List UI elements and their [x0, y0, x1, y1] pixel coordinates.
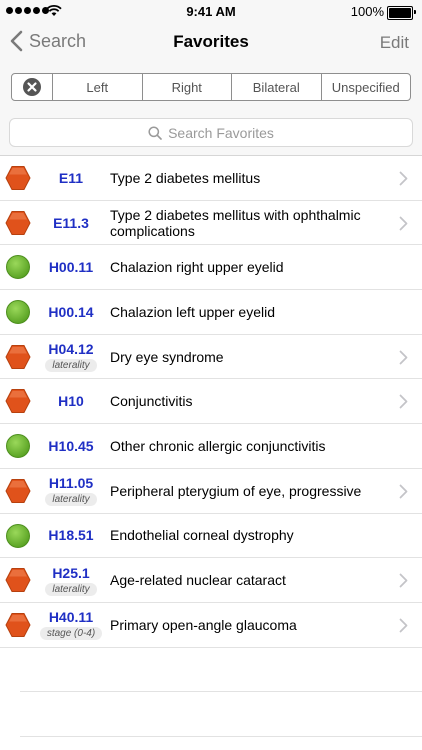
green-circle-icon	[5, 523, 31, 549]
code-cell: H00.11	[36, 245, 106, 289]
chevron-right-icon	[399, 618, 408, 638]
clear-icon	[23, 78, 41, 96]
page-title: Favorites	[173, 32, 249, 51]
favorite-row[interactable]: H10 Conjunctivitis	[0, 379, 422, 425]
orange-hexagon-icon	[5, 567, 31, 593]
filter-bar: Left Right Bilateral Unspecified	[0, 64, 422, 112]
diagnosis-description: Chalazion right upper eyelid	[110, 259, 284, 276]
favorite-row[interactable]: H11.05 laterality Peripheral pterygium of …	[0, 469, 422, 514]
diagnosis-description: Conjunctivitis	[110, 393, 193, 410]
search-icon	[148, 125, 162, 140]
diagnosis-code: H40.11	[48, 609, 94, 626]
diagnosis-code: H25.1	[52, 564, 90, 581]
diagnosis-code: H10.45	[48, 437, 94, 454]
diagnosis-description: Type 2 diabetes mellitus	[110, 169, 261, 186]
green-circle-icon	[5, 299, 31, 325]
favorites-list: E11 Type 2 diabetes mellitus E11.3 Type 2 d…	[0, 156, 422, 737]
favorite-row[interactable]: E11.3 Type 2 diabetes mellitus with ophth…	[0, 201, 422, 246]
orange-hexagon-icon	[5, 478, 31, 504]
search-placeholder: Search Favorites	[168, 124, 274, 141]
code-cell: H04.12 laterality	[36, 335, 106, 379]
battery-percentage: 100%	[350, 4, 384, 19]
code-cell: H11.05 laterality	[36, 469, 106, 513]
diagnosis-description: Primary open-angle glaucoma	[110, 616, 297, 633]
orange-hexagon-icon	[5, 612, 31, 638]
diagnosis-description: Other chronic allergic conjunctivitis	[110, 437, 326, 454]
qualifier-tag: laterality	[45, 582, 97, 596]
favorite-row[interactable]: H00.14 Chalazion left upper eyelid	[0, 290, 422, 335]
diagnosis-description: Age-related nuclear cataract	[110, 572, 286, 589]
green-circle-icon	[5, 254, 31, 280]
code-cell: H10.45	[36, 424, 106, 468]
segment-unspecified[interactable]: Unspecified	[322, 74, 411, 100]
diagnosis-description: Endothelial corneal dystrophy	[110, 527, 294, 544]
favorite-row[interactable]: E11 Type 2 diabetes mellitus	[0, 156, 422, 201]
empty-row	[20, 648, 422, 693]
diagnosis-description: Chalazion left upper eyelid	[110, 303, 275, 320]
status-bar: 9:41 AM 100%	[0, 0, 422, 24]
battery-icon	[387, 6, 416, 20]
diagnosis-code: H04.12	[48, 341, 94, 358]
segment-bilateral[interactable]: Bilateral	[232, 74, 322, 100]
favorite-row[interactable]: H00.11 Chalazion right upper eyelid	[0, 245, 422, 291]
orange-hexagon-icon	[5, 165, 31, 191]
qualifier-tag: laterality	[45, 493, 97, 507]
qualifier-tag: laterality	[45, 359, 97, 373]
orange-hexagon-icon	[5, 388, 31, 414]
diagnosis-code: H18.51	[48, 527, 94, 544]
code-cell: E11.3	[36, 201, 106, 245]
favorite-row[interactable]: H25.1 laterality Age-related nuclear catar…	[0, 558, 422, 603]
chevron-right-icon	[399, 171, 408, 191]
orange-hexagon-icon	[5, 344, 31, 370]
favorite-row[interactable]: H40.11 stage (0-4) Primary open-angle glau…	[0, 603, 422, 648]
green-circle-icon	[5, 433, 31, 459]
orange-hexagon-icon	[5, 210, 31, 236]
edit-button[interactable]: Edit	[380, 33, 409, 53]
diagnosis-code: H00.14	[48, 303, 94, 320]
code-cell: H10	[36, 379, 106, 423]
diagnosis-code: E11	[58, 169, 84, 186]
code-cell: H40.11 stage (0-4)	[36, 603, 106, 647]
diagnosis-code: E11.3	[53, 214, 89, 231]
diagnosis-code: H10	[58, 393, 84, 410]
diagnosis-description: Type 2 diabetes mellitus with ophthalmic…	[110, 206, 361, 239]
chevron-right-icon	[399, 484, 408, 504]
empty-row	[20, 692, 422, 737]
laterality-segmented-control: Left Right Bilateral Unspecified	[11, 73, 411, 101]
search-bar: Search Favorites	[0, 112, 422, 156]
favorite-row[interactable]: H18.51 Endothelial corneal dystrophy	[0, 514, 422, 559]
favorite-row[interactable]: H04.12 laterality Dry eye syndrome	[0, 335, 422, 380]
segment-right[interactable]: Right	[143, 74, 232, 100]
chevron-right-icon	[399, 394, 408, 414]
diagnosis-code: H11.05	[48, 475, 94, 492]
code-cell: H18.51	[36, 514, 106, 558]
chevron-right-icon	[399, 216, 408, 236]
favorite-row[interactable]: H10.45 Other chronic allergic conjunctivi…	[0, 424, 422, 469]
clear-filter-button[interactable]	[12, 74, 53, 100]
diagnosis-description: Peripheral pterygium of eye, progressive	[110, 482, 362, 499]
qualifier-tag: stage (0-4)	[39, 627, 103, 641]
code-cell: E11	[36, 156, 106, 200]
diagnosis-description: Dry eye syndrome	[110, 348, 224, 365]
navigation-bar: Search Favorites Edit	[0, 24, 422, 64]
diagnosis-code: H00.11	[48, 259, 94, 276]
chevron-right-icon	[399, 350, 408, 370]
segment-left[interactable]: Left	[53, 74, 143, 100]
chevron-right-icon	[399, 573, 408, 593]
code-cell: H00.14	[36, 290, 106, 334]
code-cell: H25.1 laterality	[36, 558, 106, 602]
search-input[interactable]: Search Favorites	[9, 118, 413, 147]
